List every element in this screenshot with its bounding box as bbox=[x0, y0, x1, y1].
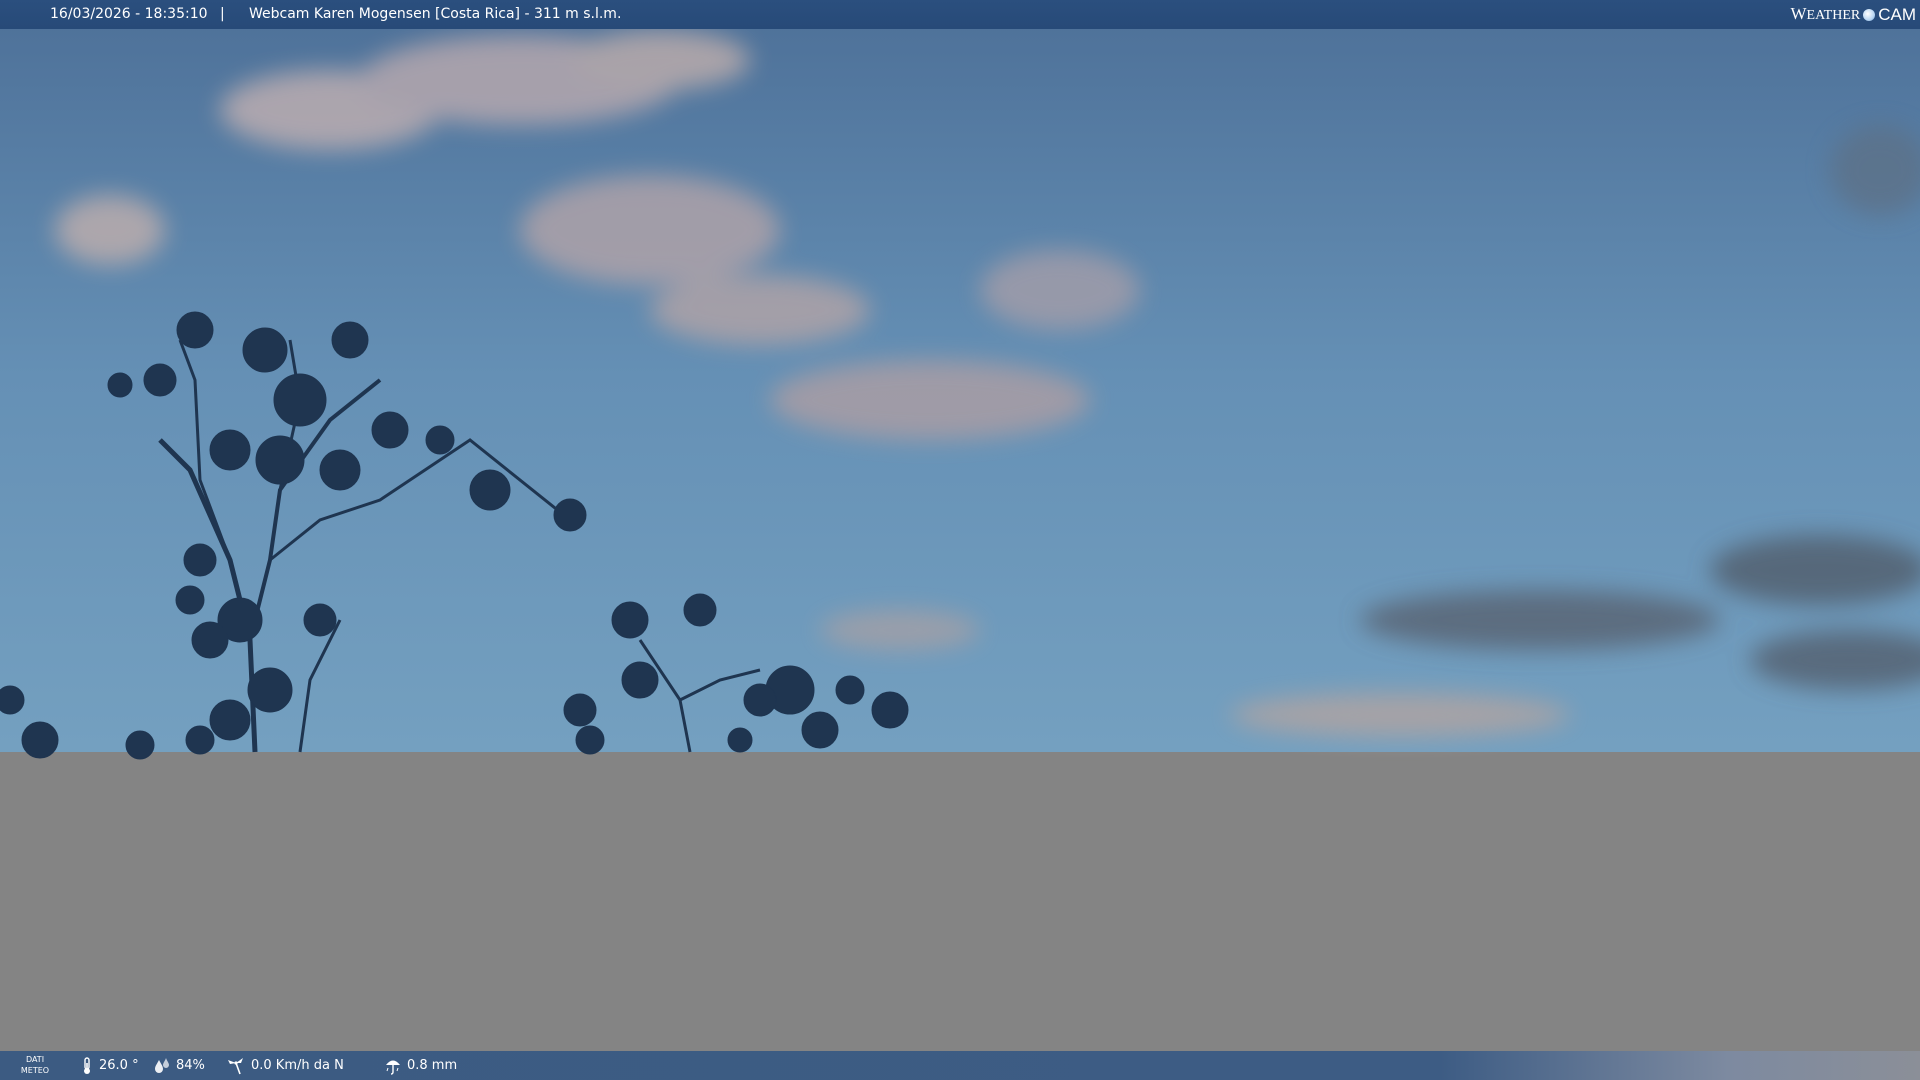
webcam-image bbox=[0, 0, 1920, 760]
humidity-icon bbox=[155, 1057, 169, 1073]
rain-reading: 0.8 mm bbox=[384, 1051, 457, 1080]
thermometer-icon bbox=[84, 1056, 90, 1074]
wind-reading: 0.0 Km/h da N bbox=[226, 1051, 344, 1080]
wind-value: 0.0 Km/h da N bbox=[251, 1058, 344, 1073]
weather-data-label-line2: METEO bbox=[20, 1066, 50, 1075]
rain-icon bbox=[386, 1060, 400, 1075]
logo-cam-text: CAM bbox=[1878, 5, 1916, 24]
weather-data-label: DATI METEO bbox=[18, 1054, 52, 1076]
humidity-value: 84% bbox=[176, 1058, 205, 1073]
wind-icon bbox=[228, 1057, 243, 1074]
header-separator: | bbox=[220, 6, 225, 22]
humidity-reading: 84% bbox=[153, 1051, 205, 1080]
header-bar: 16/03/2026 - 18:35:10 | Webcam Karen Mog… bbox=[0, 0, 1920, 29]
rain-value: 0.8 mm bbox=[407, 1058, 458, 1073]
timestamp: 16/03/2026 - 18:35:10 bbox=[50, 6, 208, 22]
logo-globe-icon bbox=[1863, 8, 1876, 21]
temperature-reading: 26.0 ° bbox=[80, 1051, 139, 1080]
logo-weather-text: WEATHER bbox=[1790, 4, 1861, 23]
weather-data-bar: DATI METEO 26.0 ° 84% 0.0 Km/h da N 0.8 … bbox=[0, 1051, 1920, 1080]
weather-data-label-line1: DATI bbox=[25, 1055, 45, 1064]
weathercam-logo: WEATHER CAM bbox=[1791, 0, 1917, 29]
webcam-title: Webcam Karen Mogensen [Costa Rica] - 311… bbox=[249, 6, 622, 22]
temperature-value: 26.0 ° bbox=[99, 1058, 139, 1073]
